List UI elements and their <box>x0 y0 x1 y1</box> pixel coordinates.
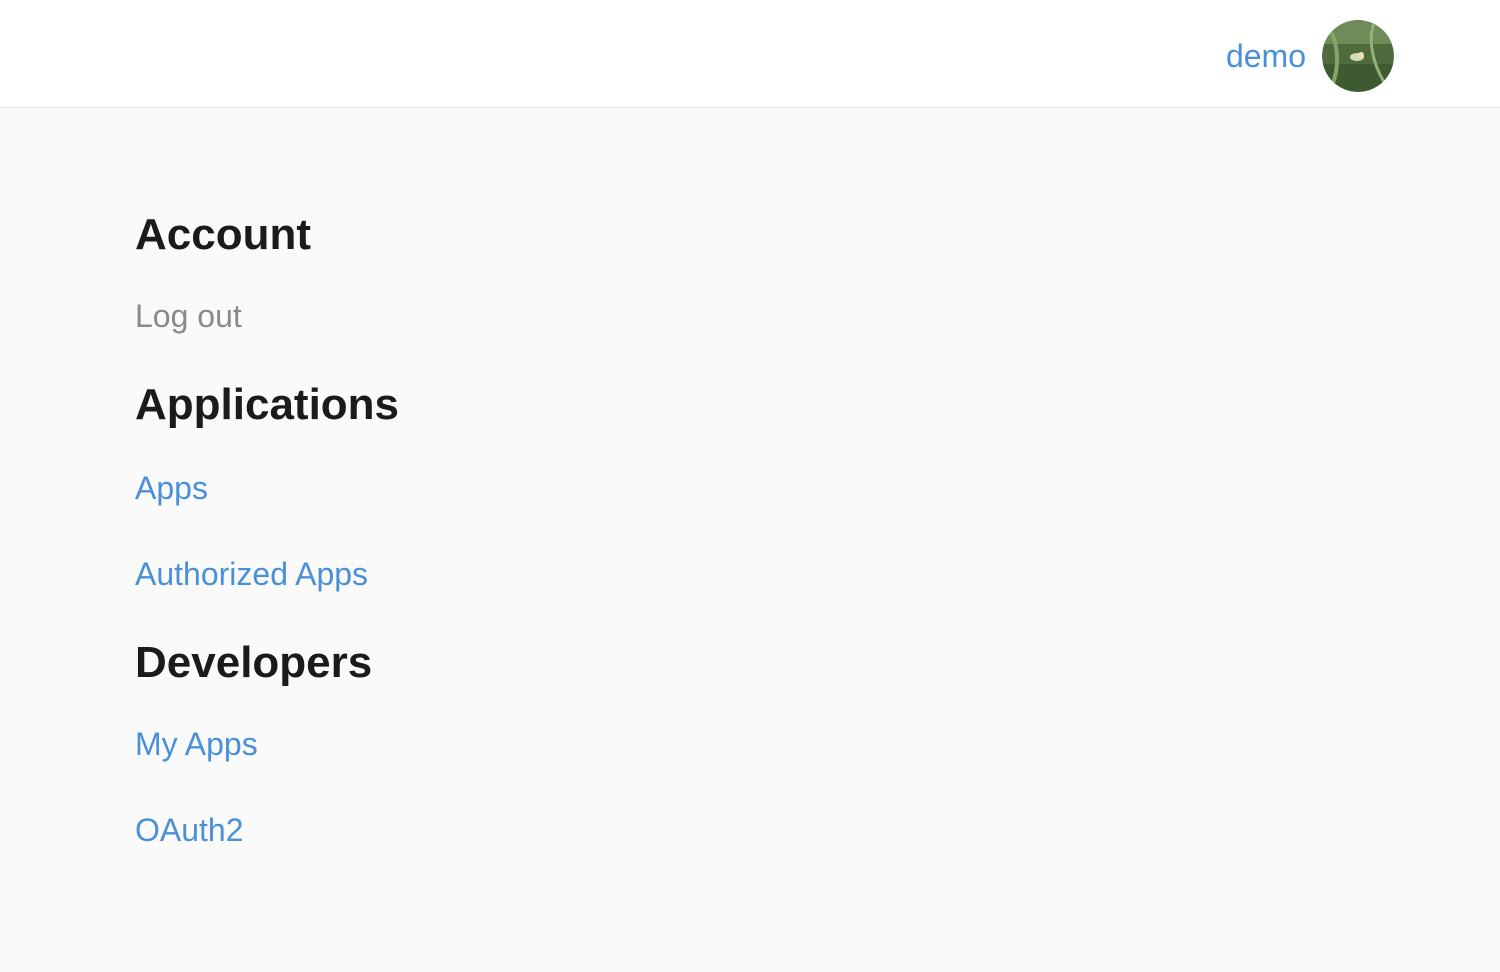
user-menu[interactable]: demo <box>1226 20 1394 92</box>
username-link[interactable]: demo <box>1226 40 1306 72</box>
user-avatar[interactable] <box>1322 20 1394 92</box>
applications-heading: Applications <box>135 380 400 429</box>
account-heading: Account <box>135 210 311 259</box>
top-header: demo <box>0 0 1500 108</box>
apps-link[interactable]: Apps <box>135 472 208 504</box>
authorized-apps-link[interactable]: Authorized Apps <box>135 558 368 590</box>
oauth2-link[interactable]: OAuth2 <box>135 814 244 846</box>
logout-link[interactable]: Log out <box>135 300 242 332</box>
developers-heading: Developers <box>135 638 373 687</box>
my-apps-link[interactable]: My Apps <box>135 728 258 760</box>
